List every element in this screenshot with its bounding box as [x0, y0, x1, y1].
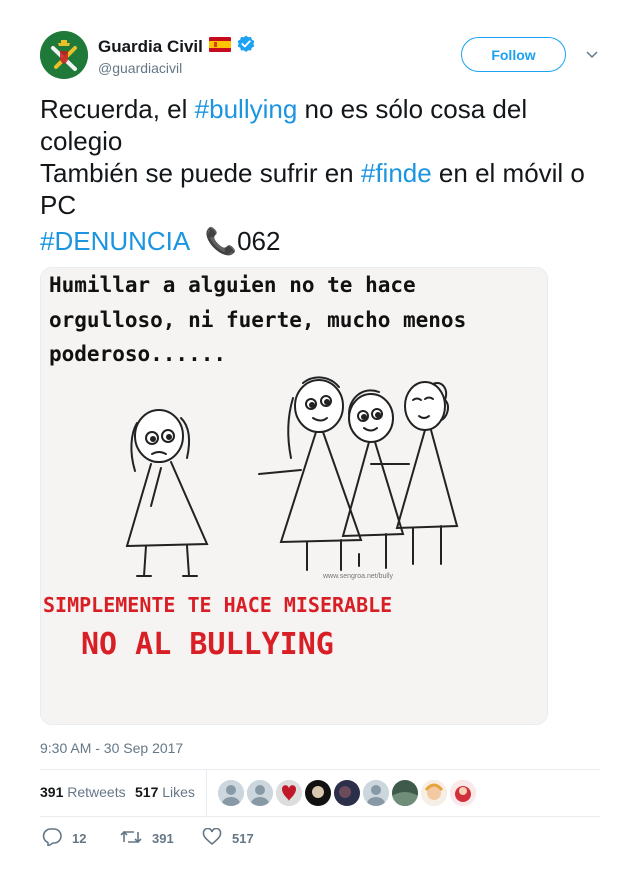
image-text-line-2: orgulloso, ni fuerte, mucho menos [49, 308, 466, 332]
stats-separator [206, 770, 207, 816]
follow-button[interactable]: Follow [461, 37, 566, 72]
spain-flag-icon [208, 36, 231, 57]
retweets-label: Retweets [67, 784, 126, 800]
liker-avatar[interactable] [305, 780, 331, 806]
tweet-image[interactable]: Humillar a alguien no te hace orgulloso,… [40, 267, 548, 725]
tweet-text-segment: También se puede sufrir en [40, 158, 361, 188]
liker-avatar[interactable] [421, 780, 447, 806]
likes-count: 517 [135, 784, 159, 800]
tweet-actions: 12 391 517 [40, 827, 600, 850]
profile-avatar[interactable] [40, 31, 88, 79]
tweet-line-3: #DENUNCIA 📞062 [40, 225, 605, 257]
reply-count: 12 [72, 831, 87, 846]
liker-avatar[interactable] [363, 780, 389, 806]
hashtag-link-finde[interactable]: #finde [361, 158, 432, 188]
image-text-line-3: poderoso...... [49, 342, 226, 366]
guardia-civil-logo-icon [40, 31, 88, 79]
image-text-miserable: SIMPLEMENTE TE HACE MISERABLE [43, 593, 392, 617]
reply-button[interactable]: 12 [42, 828, 86, 849]
likes-stat[interactable]: 517 Likes [135, 784, 195, 800]
image-watermark: www.sengroa.net/bully [322, 573, 394, 580]
liker-avatar[interactable] [450, 780, 476, 806]
retweet-icon [120, 828, 142, 849]
hashtag-link-denuncia[interactable]: #DENUNCIA [40, 226, 190, 256]
chevron-down-icon[interactable] [584, 46, 600, 62]
heart-icon [202, 827, 222, 849]
liker-avatar[interactable] [334, 780, 360, 806]
verified-badge-icon [237, 35, 255, 58]
tweet-stats: 391 Retweets 517 Likes [40, 770, 600, 816]
hashtag-link-bullying[interactable]: #bullying [195, 94, 298, 124]
like-button[interactable]: 517 [202, 827, 254, 849]
user-handle[interactable]: @guardiacivil [98, 60, 182, 76]
telephone-emoji-icon: 📞 [204, 226, 238, 256]
likes-label: Likes [162, 784, 195, 800]
image-text-no-bullying: NO AL BULLYING [81, 627, 334, 662]
tweet-line-2: También se puede sufrir en #finde en el … [40, 157, 605, 221]
image-text-line-1: Humillar a alguien no te hace [49, 273, 416, 297]
retweets-count: 391 [40, 784, 64, 800]
tweet-text-segment: Recuerda, el [40, 94, 195, 124]
display-name[interactable]: Guardia Civil [98, 37, 203, 57]
tweet-text: Recuerda, el #bullying no es sólo cosa d… [40, 93, 605, 257]
tweet-header: Guardia Civil @guardiacivil Follow [40, 31, 600, 81]
tweet-line-1: Recuerda, el #bullying no es sólo cosa d… [40, 93, 605, 157]
tweet-timestamp[interactable]: 9:30 AM - 30 Sep 2017 [40, 740, 183, 756]
retweets-stat[interactable]: 391 Retweets [40, 784, 126, 800]
liker-avatar[interactable] [247, 780, 273, 806]
divider [40, 816, 600, 817]
likers-avatars [218, 780, 476, 806]
like-count: 517 [232, 831, 254, 846]
liker-avatar[interactable] [218, 780, 244, 806]
retweet-count: 391 [152, 831, 174, 846]
reply-icon [42, 828, 62, 849]
name-row: Guardia Civil [98, 35, 255, 58]
retweet-button[interactable]: 391 [120, 828, 174, 849]
liker-avatar[interactable] [392, 780, 418, 806]
liker-avatar[interactable] [276, 780, 302, 806]
phone-number: 062 [237, 226, 281, 256]
